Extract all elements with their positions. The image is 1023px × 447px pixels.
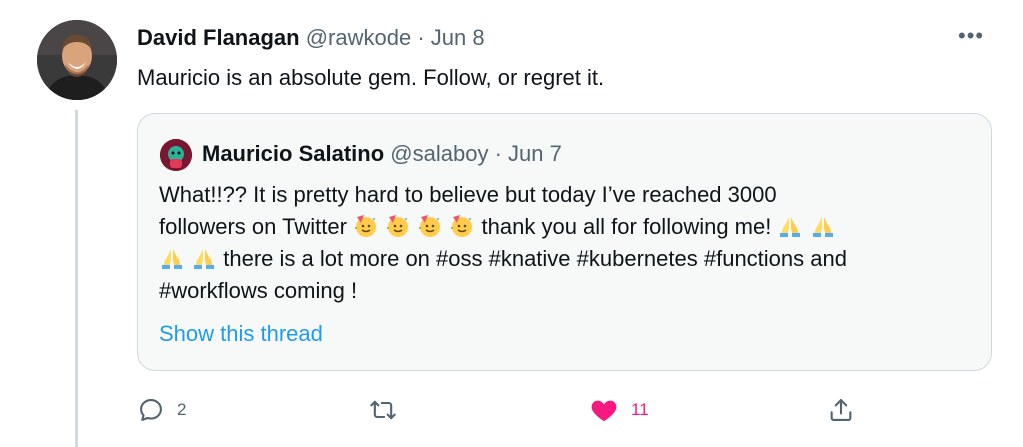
author-handle[interactable]: @rawkode — [306, 25, 412, 50]
reply-count: 2 — [177, 400, 187, 419]
partying-face-icon — [451, 215, 473, 237]
quoted-text-fragment: thank you all for following me! — [481, 214, 772, 239]
like-count: 11 — [631, 400, 649, 419]
retweet-button[interactable] — [369, 390, 397, 430]
partying-face-icon — [419, 215, 441, 237]
quoted-author-avatar — [160, 139, 192, 171]
heart-icon — [591, 400, 617, 422]
quoted-text-line: there is a lot more on #oss #knative #ku… — [159, 243, 979, 275]
folded-hands-icon — [194, 249, 215, 269]
quoted-text-line: #workflows coming ! — [159, 278, 358, 303]
folded-hands-icon — [780, 217, 801, 237]
author-name[interactable]: David Flanagan — [137, 25, 300, 50]
author-avatar[interactable] — [37, 20, 117, 100]
folded-hands-icon — [162, 249, 182, 269]
reply-icon — [140, 399, 162, 421]
thread-connector-line — [75, 110, 78, 447]
header-separator: · — [417, 25, 425, 50]
like-button[interactable]: 11 — [589, 390, 649, 430]
quoted-text-fragment: there is a lot more on #oss #knative #ku… — [223, 246, 847, 271]
quoted-text-fragment: followers on Twitter — [159, 214, 347, 239]
partying-face-icon — [355, 215, 377, 237]
folded-hands-icon — [812, 217, 833, 237]
show-thread-link[interactable]: Show this thread — [159, 318, 323, 350]
quoted-text-line: followers on Twitter thank you all for f… — [159, 211, 979, 243]
tweet-text: Mauricio is an absolute gem. Follow, or … — [137, 65, 605, 90]
tweet-header: David Flanagan @rawkode · Jun 8 — [137, 22, 485, 54]
retweet-icon — [370, 400, 396, 420]
more-options-icon[interactable]: ••• — [958, 22, 984, 50]
quoted-author-handle: @salaboy — [390, 141, 489, 166]
share-icon — [830, 399, 852, 421]
tweet-date[interactable]: Jun 8 — [431, 25, 485, 50]
quoted-tweet-text: What!!?? It is pretty hard to believe bu… — [159, 179, 979, 307]
partying-face-icon — [387, 215, 409, 237]
quoted-tweet-card[interactable]: Mauricio Salatino @salaboy · Jun 7 What!… — [137, 113, 992, 371]
quoted-author-name: Mauricio Salatino — [202, 141, 385, 166]
quoted-text-line: What!!?? It is pretty hard to believe bu… — [159, 182, 777, 207]
quoted-tweet-date: Jun 7 — [508, 141, 562, 166]
tweet-actions-bar: 2 11 — [137, 390, 867, 430]
quoted-header-separator: · — [494, 141, 502, 166]
reply-button[interactable]: 2 — [137, 390, 186, 430]
quoted-tweet-header: Mauricio Salatino @salaboy · Jun 7 — [202, 138, 562, 170]
share-button[interactable] — [827, 390, 855, 430]
